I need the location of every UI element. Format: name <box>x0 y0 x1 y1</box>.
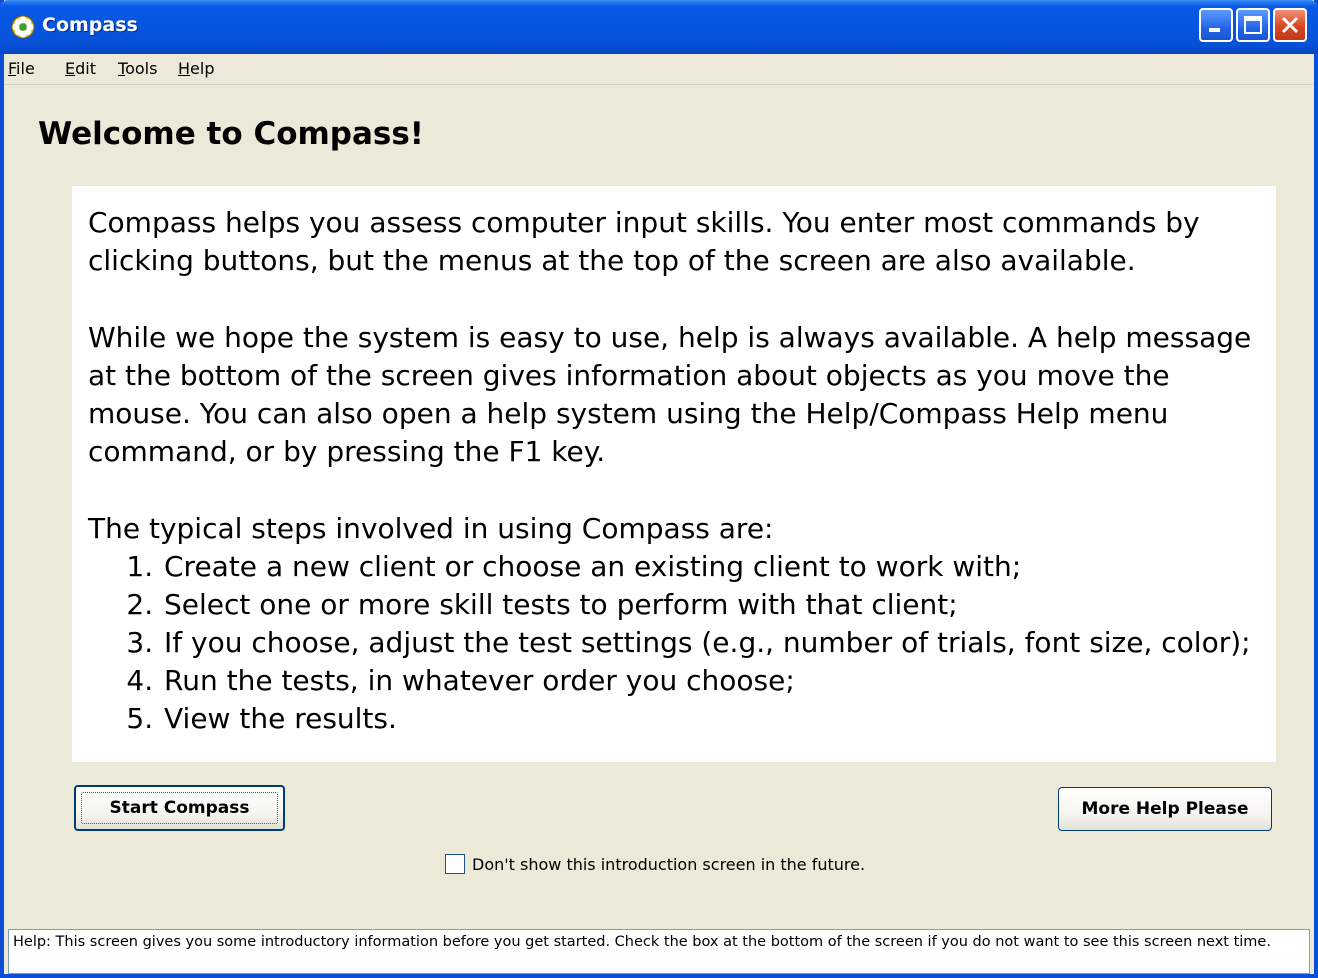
welcome-heading: Welcome to Compass! <box>38 116 424 152</box>
menu-file-label: ile <box>16 59 35 78</box>
focus-outline <box>81 792 278 824</box>
help-status-text: Help: This screen gives you some introdu… <box>13 934 1271 950</box>
step-item: Run the tests, in whatever order you cho… <box>162 662 1268 700</box>
menu-tools[interactable]: Tools <box>118 59 157 78</box>
menu-tools-accel: T <box>118 59 126 78</box>
close-icon <box>1281 16 1299 34</box>
menu-edit-label: dit <box>75 59 96 78</box>
maximize-button[interactable] <box>1236 8 1270 42</box>
dont-show-again-label[interactable]: Don't show this introduction screen in t… <box>472 855 865 874</box>
more-help-button[interactable]: More Help Please <box>1058 787 1272 831</box>
intro-paragraph-2: While we hope the system is easy to use,… <box>88 321 1252 468</box>
intro-panel: Compass helps you assess computer input … <box>72 186 1276 762</box>
compass-flower-icon <box>7 11 39 43</box>
step-item: If you choose, adjust the test settings … <box>162 624 1268 662</box>
menu-edit[interactable]: Edit <box>65 59 96 78</box>
more-help-label: More Help Please <box>1081 799 1249 819</box>
step-item: Create a new client or choose an existin… <box>162 548 1268 586</box>
minimize-button[interactable] <box>1199 8 1233 42</box>
menu-help[interactable]: Help <box>178 59 214 78</box>
minimize-icon <box>1209 28 1220 32</box>
step-item: View the results. <box>162 700 1268 738</box>
start-compass-button[interactable]: Start Compass <box>74 785 285 831</box>
compass-window: Compass File Edit Tools Help Welcome to … <box>0 0 1318 978</box>
menu-file[interactable]: File <box>8 59 35 78</box>
intro-text: Compass helps you assess computer input … <box>88 204 1268 738</box>
close-button[interactable] <box>1273 8 1307 42</box>
window-title: Compass <box>42 14 138 36</box>
intro-paragraph-1: Compass helps you assess computer input … <box>88 206 1200 277</box>
title-bar[interactable]: Compass <box>0 0 1318 54</box>
steps-intro: The typical steps involved in using Comp… <box>88 512 774 545</box>
maximize-icon <box>1244 16 1262 34</box>
menu-help-label: elp <box>190 59 215 78</box>
dont-show-again-checkbox[interactable] <box>445 854 465 874</box>
menu-file-accel: F <box>8 59 17 78</box>
menu-edit-accel: E <box>65 59 76 78</box>
help-status-bar: Help: This screen gives you some introdu… <box>8 929 1310 974</box>
menu-help-accel: H <box>178 59 191 78</box>
menu-bar: File Edit Tools Help <box>4 54 1314 85</box>
step-item: Select one or more skill tests to perfor… <box>162 586 1268 624</box>
dont-show-again-row[interactable]: Don't show this introduction screen in t… <box>445 854 865 874</box>
menu-tools-label: ools <box>125 59 158 78</box>
steps-list: Create a new client or choose an existin… <box>88 548 1268 738</box>
